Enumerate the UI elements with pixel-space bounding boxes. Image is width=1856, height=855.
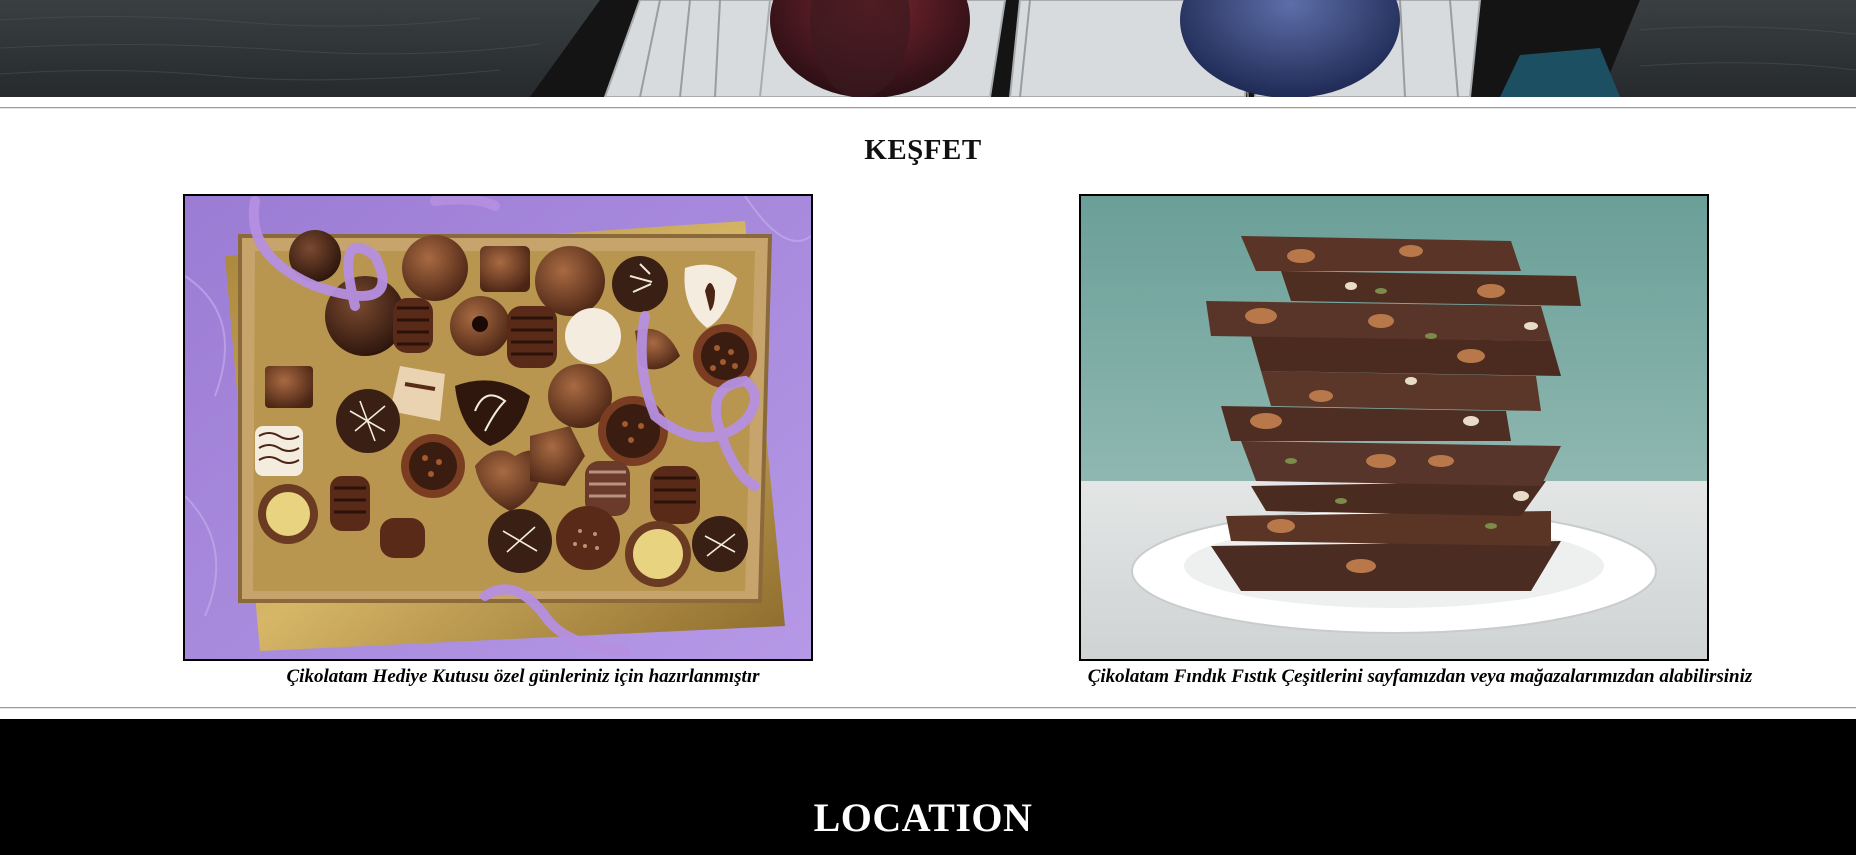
divider-bottom bbox=[0, 707, 1856, 709]
chocolate-bark-figure bbox=[1079, 194, 1709, 661]
hero-banner bbox=[0, 0, 1856, 97]
divider-top bbox=[0, 107, 1856, 109]
location-title: LOCATION bbox=[813, 795, 1033, 840]
chocolate-box-hero-image bbox=[0, 0, 1856, 97]
chocolate-bark-image bbox=[1079, 194, 1709, 661]
gift-box-image bbox=[183, 194, 813, 661]
location-section: LOCATION bbox=[0, 719, 1856, 855]
discover-title: KEŞFET bbox=[864, 134, 982, 166]
gift-box-figure bbox=[183, 194, 813, 661]
gift-box-caption: Çikolatam Hediye Kutusu özel günleriniz … bbox=[286, 666, 760, 687]
chocolate-bark-caption: Çikolatam Fındık Fıstık Çeşitlerini sayf… bbox=[1087, 666, 1753, 687]
